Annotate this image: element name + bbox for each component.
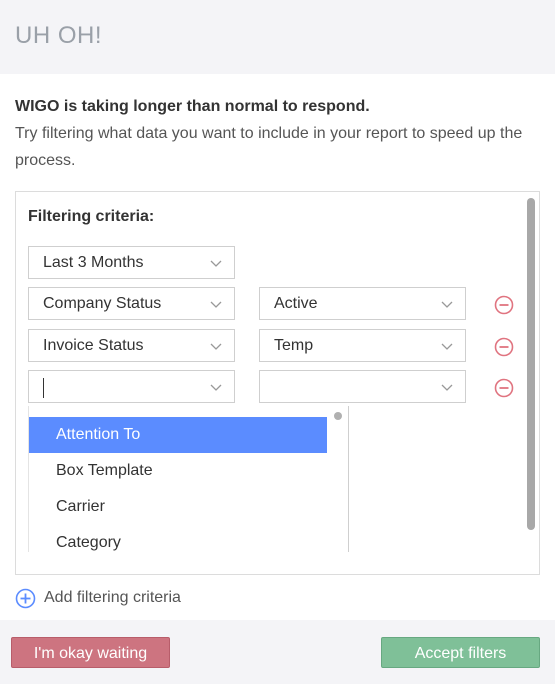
chevron-down-icon	[210, 301, 222, 308]
filter-panel: Filtering criteria: Last 3 Months Compan…	[15, 191, 540, 575]
dropdown-option[interactable]: Attention To	[29, 417, 327, 453]
add-filter-label: Add filtering criteria	[44, 589, 181, 606]
chevron-down-icon	[441, 343, 453, 350]
text-cursor	[43, 378, 44, 398]
filter-value-select[interactable]: Temp	[259, 329, 466, 362]
filter-value-value: Temp	[274, 337, 314, 354]
date-range-select[interactable]: Last 3 Months	[28, 246, 235, 279]
plus-circle-icon	[15, 588, 36, 609]
dropdown-option[interactable]: Box Template	[29, 453, 327, 489]
message-text: Try filtering what data you want to incl…	[15, 125, 523, 169]
filter-value-value: Active	[274, 295, 318, 312]
filter-field-select[interactable]: Invoice Status	[28, 329, 235, 362]
filter-value-select[interactable]: Active	[259, 287, 466, 320]
chevron-down-icon	[210, 343, 222, 350]
chevron-down-icon	[441, 301, 453, 308]
dialog-header: UH OH!	[0, 0, 555, 74]
panel-scrollbar-thumb[interactable]	[527, 198, 535, 530]
filter-field-input[interactable]	[28, 370, 235, 403]
chevron-down-icon	[441, 384, 453, 391]
dropdown-option[interactable]: Category	[29, 525, 327, 552]
okay-waiting-button[interactable]: I'm okay waiting	[11, 637, 170, 668]
chevron-down-icon	[210, 384, 222, 391]
dialog-title: UH OH!	[15, 22, 102, 49]
chevron-down-icon	[210, 260, 222, 267]
minus-circle-icon[interactable]	[494, 295, 514, 315]
field-dropdown-list[interactable]: Attention To Box Template Carrier Catego…	[28, 406, 349, 552]
dropdown-option[interactable]: Carrier	[29, 489, 327, 525]
filter-field-value: Invoice Status	[43, 337, 144, 354]
filter-field-value: Company Status	[43, 295, 162, 312]
filter-value-select[interactable]	[259, 370, 466, 403]
minus-circle-icon[interactable]	[494, 337, 514, 357]
date-range-value: Last 3 Months	[43, 254, 144, 271]
message: WIGO is taking longer than normal to res…	[15, 93, 545, 174]
message-bold: WIGO is taking longer than normal to res…	[15, 98, 370, 115]
accept-filters-button[interactable]: Accept filters	[381, 637, 540, 668]
filter-panel-title: Filtering criteria:	[28, 208, 155, 225]
minus-circle-icon[interactable]	[494, 378, 514, 398]
filter-field-select[interactable]: Company Status	[28, 287, 235, 320]
dropdown-scrollbar[interactable]	[334, 412, 342, 420]
panel-scrollbar[interactable]	[527, 198, 535, 530]
